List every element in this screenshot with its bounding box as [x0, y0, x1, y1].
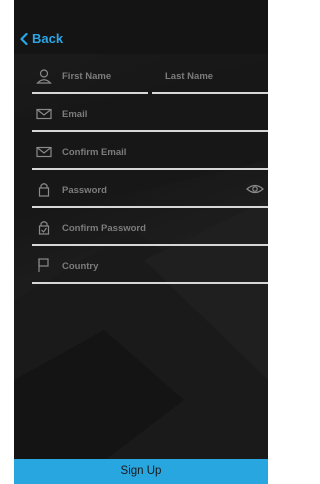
sign-up-button[interactable]: Sign Up [14, 459, 268, 484]
envelope-icon [36, 108, 52, 120]
email-placeholder: Email [62, 109, 88, 120]
envelope-icon [36, 146, 52, 158]
confirm-password-row: Confirm Password [14, 208, 268, 246]
confirm-email-placeholder: Confirm Email [62, 147, 127, 158]
lock-icon [38, 183, 50, 197]
signup-screen: Back First Name Last Name Email Confirm … [14, 0, 268, 484]
signup-form: First Name Last Name Email Confirm Email… [14, 56, 268, 284]
email-field[interactable]: Email [32, 96, 268, 132]
password-field[interactable]: Password [32, 172, 268, 208]
confirm-password-placeholder: Confirm Password [62, 223, 146, 234]
country-row: Country [14, 246, 268, 284]
flag-icon [38, 258, 49, 272]
country-placeholder: Country [62, 261, 99, 272]
password-placeholder: Password [62, 185, 107, 196]
chevron-left-icon [20, 32, 28, 45]
lock-check-icon [38, 221, 50, 235]
country-field[interactable]: Country [32, 248, 268, 284]
last-name-field[interactable]: Last Name [152, 58, 268, 94]
first-name-placeholder: First Name [62, 71, 112, 82]
back-label: Back [32, 31, 64, 46]
user-icon [36, 69, 52, 84]
first-name-field[interactable]: First Name [32, 58, 148, 94]
eye-icon[interactable] [246, 183, 264, 195]
confirm-email-field[interactable]: Confirm Email [32, 134, 268, 170]
confirm-password-field[interactable]: Confirm Password [32, 210, 268, 246]
email-row: Email [14, 94, 268, 132]
back-button[interactable]: Back [20, 31, 63, 46]
field-underline [32, 282, 268, 284]
name-row: First Name Last Name [14, 56, 268, 94]
confirm-email-row: Confirm Email [14, 132, 268, 170]
last-name-placeholder: Last Name [165, 71, 214, 82]
password-row: Password [14, 170, 268, 208]
header-bar: Back [14, 0, 268, 54]
